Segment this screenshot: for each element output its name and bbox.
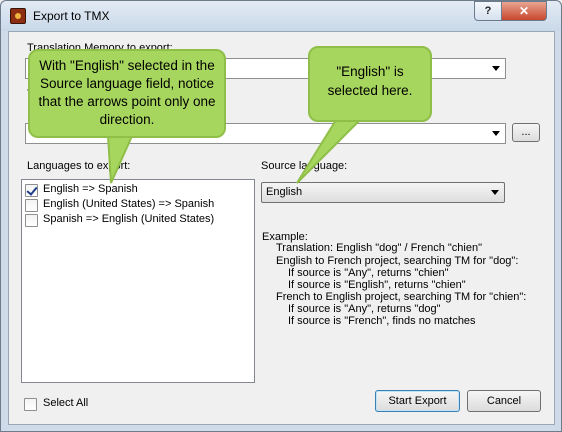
right-callout-tail xyxy=(296,119,363,184)
left-callout-text: With "English" selected in the Source la… xyxy=(38,58,216,127)
right-callout: "English" is selected here. xyxy=(308,46,432,122)
right-callout-text: "English" is selected here. xyxy=(327,64,413,98)
left-callout: With "English" selected in the Source la… xyxy=(28,49,226,138)
left-callout-tail xyxy=(106,135,134,184)
